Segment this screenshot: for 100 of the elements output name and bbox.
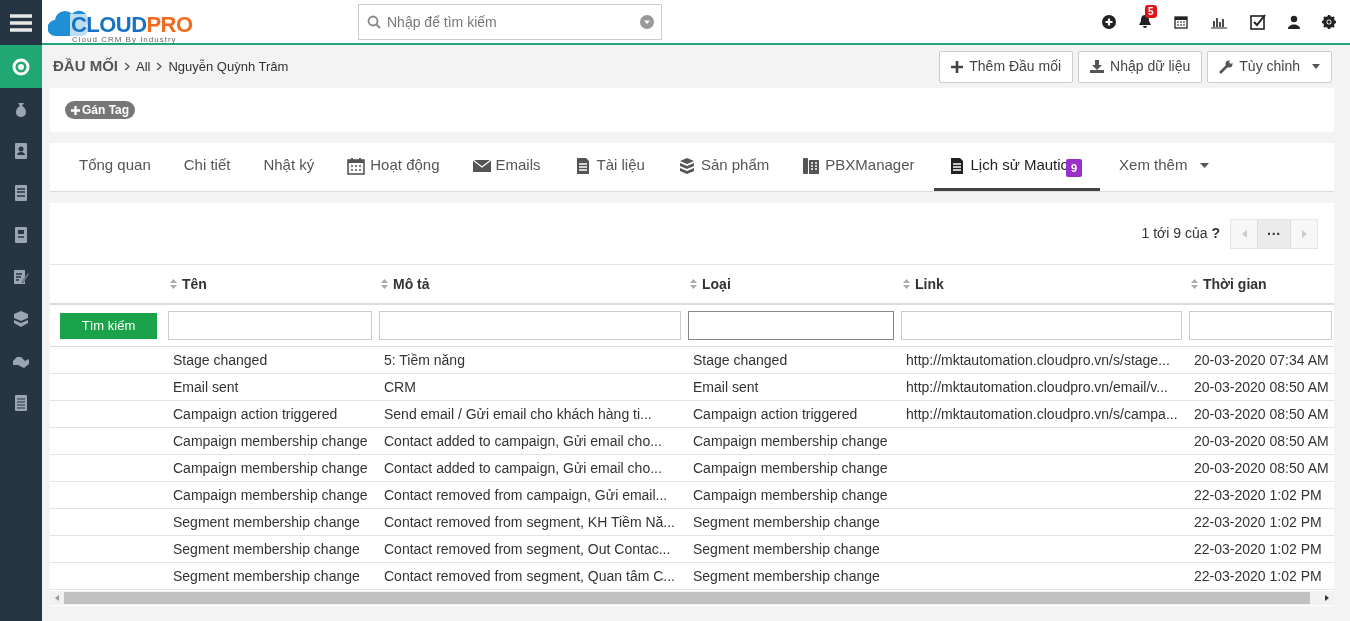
edit-document-icon	[12, 268, 30, 286]
tab[interactable]: Xem thêm	[1105, 143, 1224, 191]
search-field[interactable]: Nhập để tìm kiếm	[358, 3, 662, 40]
sort-icon	[903, 279, 910, 289]
column-header[interactable]: Mô tả	[393, 273, 430, 295]
sort-icon	[170, 279, 177, 289]
table-cell: Campaign membership change	[693, 487, 888, 503]
filter-field[interactable]	[688, 311, 894, 340]
notification-badge: 5	[1145, 5, 1157, 18]
table-cell: 22-03-2020 1:02 PM	[1194, 514, 1322, 530]
breadcrumb-link[interactable]: All	[136, 56, 151, 77]
sidebar-item[interactable]	[0, 45, 42, 88]
list-document-icon	[12, 394, 30, 412]
table-cell: Stage changed	[173, 352, 268, 368]
column-header[interactable]: Link	[915, 273, 944, 295]
table-cell: 22-03-2020 1:02 PM	[1194, 568, 1322, 584]
table-cell: Campaign action triggered	[173, 406, 338, 422]
sort-icon	[381, 279, 388, 289]
calendar-icon[interactable]	[1174, 14, 1188, 29]
table-cell: 20-03-2020 08:50 AM	[1194, 433, 1329, 449]
checkbox-icon[interactable]	[1250, 13, 1266, 30]
action-button[interactable]: Nhập dữ liệu	[1078, 50, 1203, 83]
table-cell: 22-03-2020 1:02 PM	[1194, 487, 1322, 503]
module-title: ĐẦU MỐI	[53, 56, 118, 77]
filter-field[interactable]	[379, 311, 681, 340]
user-icon[interactable]	[1288, 14, 1300, 29]
table-cell: Segment membership change	[693, 514, 880, 530]
tab[interactable]: Emails	[458, 143, 555, 191]
table-cell: CRM	[384, 379, 416, 395]
plus-icon	[71, 105, 80, 115]
tab[interactable]: Tài liệu	[559, 143, 659, 191]
table-cell: Segment membership change	[173, 514, 360, 530]
page-jump-button[interactable]: ···	[1257, 219, 1291, 248]
plus-icon	[951, 60, 964, 73]
column-header[interactable]: Loại	[702, 273, 731, 295]
breadcrumb-link[interactable]: Nguyễn Quỳnh Trâm	[168, 56, 289, 77]
table-cell: Segment membership change	[693, 568, 880, 584]
contact-card-icon	[12, 142, 30, 160]
table-cell: Segment membership change	[693, 541, 880, 557]
table-cell: 22-03-2020 1:02 PM	[1194, 541, 1322, 557]
wrench-icon	[1219, 59, 1234, 74]
tab[interactable]: Hoạt động	[333, 143, 454, 191]
column-header[interactable]: Thời gian	[1203, 273, 1267, 295]
table-cell: Contact added to campaign, Gửi email cho...	[384, 433, 662, 449]
table-cell: Contact removed from segment, Quan tâm C...	[384, 568, 675, 584]
table-cell: Email sent	[693, 379, 759, 395]
table-cell: Contact removed from segment, KH Tiềm Nă...	[384, 514, 675, 530]
filter-field[interactable]	[901, 311, 1182, 340]
menu-icon[interactable]	[10, 13, 32, 32]
link-cell[interactable]: http://mktautomation.cloudpro.vn/email/v...	[906, 379, 1168, 395]
table-cell: Contact removed from campaign, Gửi email...	[384, 487, 668, 503]
table-cell: Campaign membership change	[693, 433, 888, 449]
caret-left-icon	[1241, 229, 1247, 238]
caret-right-icon	[1301, 229, 1307, 238]
filter-field[interactable]	[168, 311, 372, 340]
tab[interactable]: Nhật ký	[249, 143, 329, 191]
table-cell: Campaign membership change	[173, 487, 368, 503]
caret-down-icon	[1312, 64, 1320, 69]
action-button[interactable]: Tùy chỉnh	[1207, 50, 1332, 83]
filter-field[interactable]	[1189, 311, 1332, 340]
cubes-icon	[677, 156, 696, 175]
table-cell: Stage changed	[693, 352, 788, 368]
tab[interactable]: Tổng quan	[65, 143, 165, 191]
column-header[interactable]: Tên	[182, 273, 207, 295]
settings-icon[interactable]	[1322, 14, 1336, 29]
count-badge: 9	[1065, 159, 1083, 177]
table-cell: Contact added to campaign, Gửi email cho...	[384, 460, 662, 476]
add-icon[interactable]	[1102, 14, 1116, 29]
table-cell: Send email / Gửi email cho khách hàng ti...	[384, 406, 652, 422]
tab[interactable]: Chi tiết	[169, 143, 245, 191]
bell-icon[interactable]	[1138, 14, 1152, 29]
table-cell: 20-03-2020 08:50 AM	[1194, 460, 1329, 476]
calendar-icon	[347, 156, 366, 175]
action-button[interactable]: Thêm Đầu mối	[939, 50, 1074, 83]
search-icon	[367, 14, 381, 29]
table-cell: 5: Tiềm năng	[384, 352, 465, 368]
table-cell: Contact removed from segment, Out Contac...	[384, 541, 671, 557]
link-cell[interactable]: http://mktautomation.cloudpro.vn/s/campa...	[906, 406, 1178, 422]
address-book-icon	[12, 226, 30, 244]
table-cell: 20-03-2020 07:34 AM	[1194, 352, 1329, 368]
sort-icon	[690, 279, 697, 289]
download-icon	[1090, 60, 1105, 73]
phone-icon	[802, 156, 821, 175]
dropdown-icon[interactable]	[640, 14, 654, 29]
link-cell[interactable]: http://mktautomation.cloudpro.vn/s/stage...	[906, 352, 1170, 368]
caret-down-icon	[1200, 163, 1210, 168]
tab[interactable]: Sản phẩm	[663, 143, 784, 191]
table-cell: 20-03-2020 08:50 AM	[1194, 379, 1329, 395]
tab[interactable]: PBXManager	[788, 143, 929, 191]
table-cell: Segment membership change	[173, 568, 360, 584]
cubes-icon	[12, 310, 30, 328]
table-cell: Campaign membership change	[693, 460, 888, 476]
pagination-info: 1 tới 9 của ?	[1141, 224, 1220, 243]
document-icon	[12, 184, 30, 202]
table-cell: Segment membership change	[173, 541, 360, 557]
sort-icon	[1191, 279, 1198, 289]
table-cell: Campaign action triggered	[693, 406, 858, 422]
table-cell: Campaign membership change	[173, 460, 368, 476]
assign-tag-button[interactable]: Gán Tag	[65, 101, 136, 119]
table-cell: 20-03-2020 08:50 AM	[1194, 406, 1329, 422]
